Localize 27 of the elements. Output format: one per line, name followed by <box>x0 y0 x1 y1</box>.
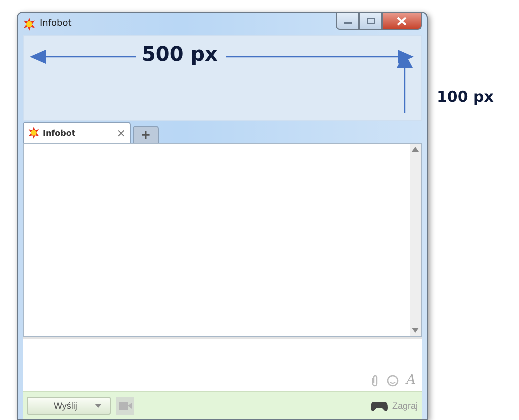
video-camera-icon <box>118 402 132 410</box>
close-button[interactable] <box>382 13 422 30</box>
maximize-button[interactable] <box>359 13 382 30</box>
paperclip-icon[interactable] <box>370 374 379 386</box>
window-title: Infobot <box>40 19 72 29</box>
send-button[interactable]: Wyślij <box>27 397 111 415</box>
maximize-icon <box>366 17 376 25</box>
gamepad-icon <box>371 400 388 412</box>
chat-tab[interactable]: Infobot × <box>23 122 131 143</box>
close-icon <box>397 16 407 26</box>
message-input[interactable]: A <box>23 339 422 391</box>
height-arrow <box>397 53 413 113</box>
sun-icon <box>23 18 36 30</box>
caret-icon <box>95 404 102 408</box>
minimize-button[interactable] <box>336 13 359 30</box>
tab-label: Infobot <box>43 128 76 138</box>
tab-close-button[interactable]: × <box>116 126 126 140</box>
scroll-up-icon[interactable] <box>412 147 419 152</box>
new-tab-button[interactable]: + <box>133 126 159 143</box>
dimension-label: 100 px <box>437 88 494 106</box>
dimension-label: 500 px <box>142 42 218 66</box>
font-format-button[interactable]: A <box>406 373 416 388</box>
play-button[interactable]: Zagraj <box>371 400 418 412</box>
scrollbar[interactable] <box>410 144 421 336</box>
sun-icon <box>28 127 40 139</box>
scroll-down-icon[interactable] <box>412 328 419 333</box>
smiley-icon[interactable] <box>386 374 399 386</box>
